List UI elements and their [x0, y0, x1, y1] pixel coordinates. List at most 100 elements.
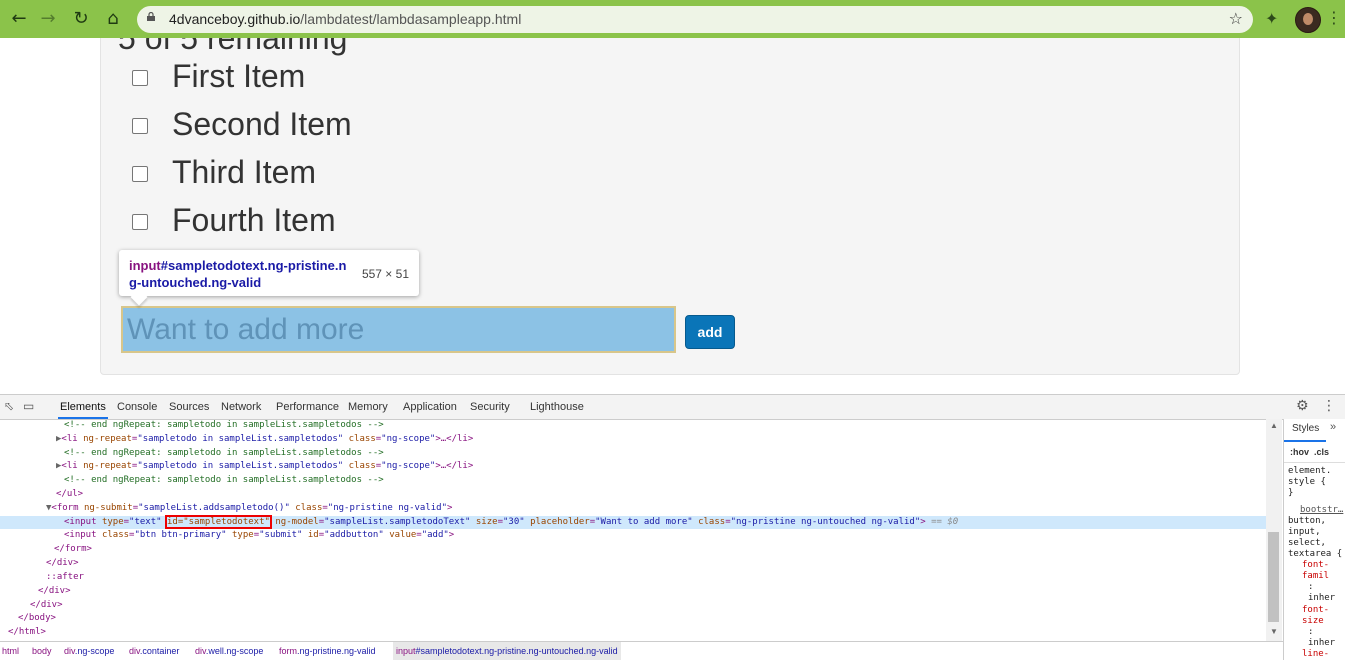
- dom-attr-value: "Want to add more": [595, 517, 693, 527]
- dom-line[interactable]: <!-- end ngRepeat: sampletodo in sampleL…: [0, 447, 1266, 460]
- dom-line[interactable]: </body>: [0, 612, 1266, 625]
- todo-text-input[interactable]: [121, 306, 676, 353]
- dom-attr-name: ng-model: [275, 517, 319, 527]
- css-property[interactable]: font- famil: [1302, 560, 1329, 582]
- tab-console[interactable]: Console: [115, 395, 159, 419]
- breadcrumb-item[interactable]: div.ng-scope: [64, 642, 114, 660]
- todo-label: Second Item: [172, 106, 352, 142]
- css-property-name: line-: [1302, 649, 1330, 659]
- more-options-icon[interactable]: ⋮: [1322, 398, 1336, 414]
- dom-line-selected[interactable]: <input type="text" id="sampletodotext" n…: [0, 515, 1266, 529]
- extensions-icon[interactable]: ✦: [1265, 9, 1278, 28]
- reload-icon[interactable]: ↻: [70, 8, 92, 30]
- more-tabs-chevron-icon[interactable]: »: [1330, 421, 1336, 433]
- star-icon[interactable]: ☆: [1229, 9, 1243, 28]
- dom-tag: <li: [61, 434, 78, 444]
- crumb-tag: html: [2, 646, 20, 656]
- tab-security[interactable]: Security: [468, 395, 512, 419]
- scrollbar-thumb[interactable]: [1268, 532, 1279, 622]
- crumb-class: .ng-scope: [74, 646, 115, 656]
- crumb-class: .container: [139, 646, 180, 656]
- todo-label: Third Item: [172, 154, 317, 190]
- breadcrumb-item[interactable]: div.well.ng-scope: [195, 642, 263, 660]
- back-icon[interactable]: ←: [8, 8, 30, 30]
- rule-selector: button, input, select, textarea {: [1288, 516, 1343, 559]
- cls-toggle[interactable]: .cls: [1314, 447, 1329, 457]
- todo-checkbox[interactable]: [132, 70, 148, 86]
- dom-line[interactable]: <input class="btn btn-primary" type="sub…: [0, 529, 1266, 542]
- dom-tag: </html>: [8, 627, 46, 637]
- tab-performance[interactable]: Performance: [274, 395, 341, 419]
- tab-styles[interactable]: Styles: [1284, 423, 1327, 442]
- css-property[interactable]: line-: [1302, 649, 1329, 660]
- tab-sources[interactable]: Sources: [167, 395, 211, 419]
- settings-gear-icon[interactable]: ⚙: [1296, 398, 1309, 414]
- dom-attr-name: ng-submit: [83, 503, 133, 513]
- dom-line[interactable]: ::after: [0, 571, 1266, 584]
- tab-network[interactable]: Network: [219, 395, 263, 419]
- avatar[interactable]: [1295, 7, 1321, 33]
- css-property-value[interactable]: inher: [1308, 638, 1335, 649]
- dom-line[interactable]: <!-- end ngRepeat: sampletodo in sampleL…: [0, 474, 1266, 487]
- breadcrumb-item[interactable]: body: [32, 642, 52, 660]
- crumb-tag: input: [396, 646, 416, 656]
- device-toolbar-icon[interactable]: ▭: [23, 399, 34, 413]
- breadcrumb-item[interactable]: form.ng-pristine.ng-valid: [279, 642, 376, 660]
- element-style-rule[interactable]: element. style { }: [1288, 466, 1331, 499]
- dom-tag: <input: [64, 530, 97, 540]
- dom-tag: </ul>: [56, 489, 84, 499]
- dom-selected-marker: == $0: [931, 517, 959, 527]
- address-bar[interactable]: 4dvanceboy.github.io/lambdatest/lambdasa…: [137, 6, 1253, 33]
- home-icon[interactable]: ⌂: [102, 8, 124, 30]
- tab-elements[interactable]: Elements: [58, 395, 108, 419]
- css-property[interactable]: font- size: [1302, 605, 1329, 627]
- dom-attr-value: "sampletodo in sampleList.sampletodos": [137, 461, 344, 471]
- dom-attr-value: "ng-scope": [381, 461, 436, 471]
- todo-checkbox[interactable]: [132, 166, 148, 182]
- dom-line[interactable]: ▼<form ng-submit="sampleList.addsampleto…: [0, 502, 1266, 515]
- css-property-value[interactable]: inher: [1308, 593, 1335, 604]
- dom-line[interactable]: ▶<li ng-repeat="sampletodo in sampleList…: [0, 460, 1266, 473]
- crumb-tag: div: [195, 646, 206, 656]
- menu-icon[interactable]: ⋮: [1326, 8, 1342, 27]
- dom-attr-name: ng-repeat: [83, 434, 132, 444]
- dom-comment: <!-- end ngRepeat: sampletodo in sampleL…: [64, 448, 384, 458]
- breadcrumb-item-active[interactable]: input#sampletodotext.ng-pristine.ng-unto…: [393, 642, 621, 660]
- dom-line[interactable]: </ul>: [0, 488, 1266, 501]
- dom-line[interactable]: ▶<li ng-repeat="sampletodo in sampleList…: [0, 433, 1266, 446]
- dom-attr-value: "sampleList.addsampletodo()": [138, 503, 290, 513]
- tab-application[interactable]: Application: [401, 395, 459, 419]
- dom-attr-value: "ng-pristine ng-valid": [327, 503, 448, 513]
- dom-line[interactable]: </form>: [0, 543, 1266, 556]
- css-colon: :: [1308, 582, 1314, 592]
- scroll-up-icon[interactable]: ▲: [1270, 421, 1278, 430]
- css-colon: :: [1308, 627, 1314, 637]
- todo-checkbox[interactable]: [132, 118, 148, 134]
- tab-memory[interactable]: Memory: [346, 395, 390, 419]
- dom-line[interactable]: </div>: [0, 599, 1266, 612]
- breadcrumb-item[interactable]: div.container: [129, 642, 179, 660]
- forward-icon[interactable]: →: [37, 8, 59, 30]
- rule-source-link[interactable]: bootstr…: [1300, 505, 1343, 516]
- dom-attr-value: "ng-pristine ng-untouched ng-valid": [730, 517, 921, 527]
- dom-line[interactable]: </html>: [0, 626, 1266, 639]
- tab-lighthouse[interactable]: Lighthouse: [528, 395, 586, 419]
- todo-checkbox[interactable]: [132, 214, 148, 230]
- dom-comment: <!-- end ngRepeat: sampletodo in sampleL…: [64, 475, 384, 485]
- css-property-name: font- size: [1302, 605, 1330, 626]
- dom-line[interactable]: <!-- end ngRepeat: sampletodo in sampleL…: [0, 419, 1266, 432]
- source-link[interactable]: bootstr…: [1300, 505, 1343, 515]
- dom-attr-name: value: [389, 530, 417, 540]
- dom-attr-value: "text": [129, 517, 162, 527]
- breadcrumb-item[interactable]: html: [2, 642, 19, 660]
- add-button[interactable]: add: [685, 315, 735, 349]
- crumb-class: .well.ng-scope: [205, 646, 264, 656]
- dom-line[interactable]: </div>: [0, 585, 1266, 598]
- dom-tag: >: [447, 503, 453, 513]
- scroll-down-icon[interactable]: ▼: [1270, 627, 1278, 636]
- dom-attr-name: class: [348, 461, 376, 471]
- inspect-element-icon[interactable]: ⬁: [4, 399, 14, 413]
- dom-line[interactable]: </div>: [0, 557, 1266, 570]
- dom-scrollbar[interactable]: ▲ ▼: [1266, 419, 1282, 641]
- hov-toggle[interactable]: :hov: [1290, 447, 1309, 457]
